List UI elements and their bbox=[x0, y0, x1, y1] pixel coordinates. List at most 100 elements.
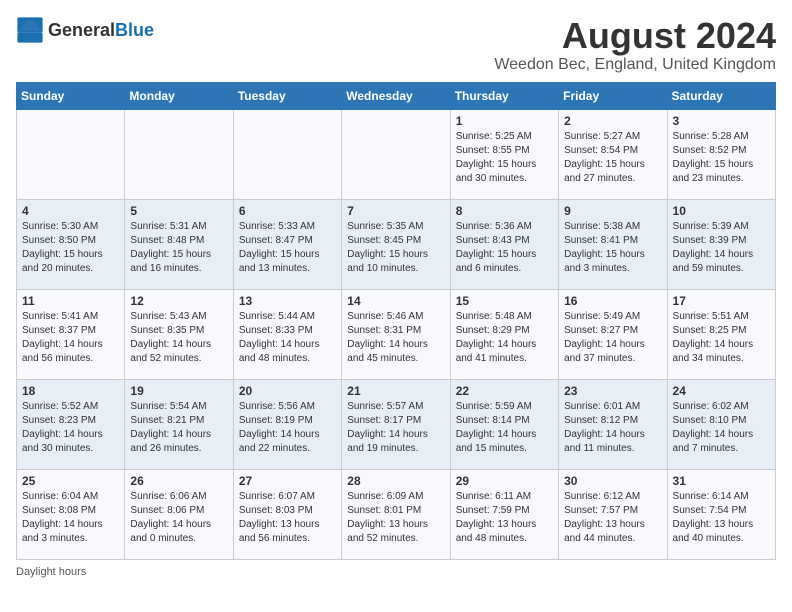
logo-blue: Blue bbox=[115, 20, 154, 40]
calendar-cell: 16 Sunrise: 5:49 AM Sunset: 8:27 PM Dayli… bbox=[559, 289, 667, 379]
day-number: 9 bbox=[564, 204, 661, 218]
day-number: 30 bbox=[564, 474, 661, 488]
calendar-cell: 6Sunrise: 5:33 AM Sunset: 8:47 PM Daylig… bbox=[233, 199, 341, 289]
day-info: Sunrise: 5:43 AM Sunset: 8:35 PM Dayligh… bbox=[130, 310, 227, 366]
day-number: 12 bbox=[130, 294, 227, 308]
calendar-week-row: 25 Sunrise: 6:04 AM Sunset: 8:08 PM Dayli… bbox=[17, 469, 776, 559]
day-info: Sunrise: 5:30 AM Sunset: 8:50 PM Dayligh… bbox=[22, 220, 119, 276]
day-info: Sunrise: 6:12 AM Sunset: 7:57 PM Dayligh… bbox=[564, 490, 661, 546]
calendar-cell: 27Sunrise: 6:07 AM Sunset: 8:03 PM Dayli… bbox=[233, 469, 341, 559]
day-number: 31 bbox=[673, 474, 770, 488]
calendar-cell: 30 Sunrise: 6:12 AM Sunset: 7:57 PM Dayli… bbox=[559, 469, 667, 559]
day-number: 8 bbox=[456, 204, 553, 218]
calendar-cell: 22 Sunrise: 5:59 AM Sunset: 8:14 PM Dayli… bbox=[450, 379, 558, 469]
day-number: 23 bbox=[564, 384, 661, 398]
page-subtitle: Weedon Bec, England, United Kingdom bbox=[494, 56, 776, 74]
day-number: 14 bbox=[347, 294, 444, 308]
logo-text-block: GeneralBlue bbox=[48, 21, 154, 40]
logo-general: General bbox=[48, 20, 115, 40]
footer-note: Daylight hours bbox=[16, 566, 776, 578]
calendar-cell bbox=[17, 109, 125, 199]
day-info: Sunrise: 6:01 AM Sunset: 8:12 PM Dayligh… bbox=[564, 400, 661, 456]
day-number: 20 bbox=[239, 384, 336, 398]
day-number: 22 bbox=[456, 384, 553, 398]
calendar-cell: 14 Sunrise: 5:46 AM Sunset: 8:31 PM Dayli… bbox=[342, 289, 450, 379]
day-info: Sunrise: 6:11 AM Sunset: 7:59 PM Dayligh… bbox=[456, 490, 553, 546]
day-info: Sunrise: 6:07 AM Sunset: 8:03 PM Dayligh… bbox=[239, 490, 336, 546]
day-info: Sunrise: 6:02 AM Sunset: 8:10 PM Dayligh… bbox=[673, 400, 770, 456]
day-number: 16 bbox=[564, 294, 661, 308]
day-number: 2 bbox=[564, 114, 661, 128]
day-info: Sunrise: 5:49 AM Sunset: 8:27 PM Dayligh… bbox=[564, 310, 661, 366]
day-info: Sunrise: 5:27 AM Sunset: 8:54 PM Dayligh… bbox=[564, 130, 661, 186]
day-info: Sunrise: 5:33 AM Sunset: 8:47 PM Dayligh… bbox=[239, 220, 336, 276]
logo-icon bbox=[16, 16, 44, 44]
day-info: Sunrise: 5:35 AM Sunset: 8:45 PM Dayligh… bbox=[347, 220, 444, 276]
calendar-cell: 23 Sunrise: 6:01 AM Sunset: 8:12 PM Dayli… bbox=[559, 379, 667, 469]
day-info: Sunrise: 5:48 AM Sunset: 8:29 PM Dayligh… bbox=[456, 310, 553, 366]
calendar-cell: 9 Sunrise: 5:38 AM Sunset: 8:41 PM Daylig… bbox=[559, 199, 667, 289]
calendar-header-row: SundayMondayTuesdayWednesdayThursdayFrid… bbox=[17, 82, 776, 109]
day-info: Sunrise: 5:59 AM Sunset: 8:14 PM Dayligh… bbox=[456, 400, 553, 456]
calendar-cell: 20 Sunrise: 5:56 AM Sunset: 8:19 PM Dayli… bbox=[233, 379, 341, 469]
day-info: Sunrise: 5:39 AM Sunset: 8:39 PM Dayligh… bbox=[673, 220, 770, 276]
calendar-cell: 28Sunrise: 6:09 AM Sunset: 8:01 PM Dayli… bbox=[342, 469, 450, 559]
calendar-week-row: 18Sunrise: 5:52 AM Sunset: 8:23 PM Dayli… bbox=[17, 379, 776, 469]
column-header-monday: Monday bbox=[125, 82, 233, 109]
calendar-cell: 4Sunrise: 5:30 AM Sunset: 8:50 PM Daylig… bbox=[17, 199, 125, 289]
calendar-cell bbox=[125, 109, 233, 199]
day-info: Sunrise: 5:38 AM Sunset: 8:41 PM Dayligh… bbox=[564, 220, 661, 276]
day-number: 29 bbox=[456, 474, 553, 488]
day-number: 1 bbox=[456, 114, 553, 128]
calendar-cell: 10 Sunrise: 5:39 AM Sunset: 8:39 PM Dayli… bbox=[667, 199, 775, 289]
day-number: 5 bbox=[130, 204, 227, 218]
calendar-cell: 13 Sunrise: 5:44 AM Sunset: 8:33 PM Dayli… bbox=[233, 289, 341, 379]
day-info: Sunrise: 5:57 AM Sunset: 8:17 PM Dayligh… bbox=[347, 400, 444, 456]
calendar-cell: 3Sunrise: 5:28 AM Sunset: 8:52 PM Daylig… bbox=[667, 109, 775, 199]
day-info: Sunrise: 6:04 AM Sunset: 8:08 PM Dayligh… bbox=[22, 490, 119, 546]
day-info: Sunrise: 6:06 AM Sunset: 8:06 PM Dayligh… bbox=[130, 490, 227, 546]
calendar-cell: 17Sunrise: 5:51 AM Sunset: 8:25 PM Dayli… bbox=[667, 289, 775, 379]
day-info: Sunrise: 5:44 AM Sunset: 8:33 PM Dayligh… bbox=[239, 310, 336, 366]
day-number: 7 bbox=[347, 204, 444, 218]
column-header-tuesday: Tuesday bbox=[233, 82, 341, 109]
logo: GeneralBlue bbox=[16, 16, 154, 44]
day-number: 18 bbox=[22, 384, 119, 398]
calendar-cell: 1 Sunrise: 5:25 AM Sunset: 8:55 PM Daylig… bbox=[450, 109, 558, 199]
day-number: 13 bbox=[239, 294, 336, 308]
calendar-cell bbox=[233, 109, 341, 199]
day-info: Sunrise: 6:14 AM Sunset: 7:54 PM Dayligh… bbox=[673, 490, 770, 546]
day-number: 10 bbox=[673, 204, 770, 218]
column-header-friday: Friday bbox=[559, 82, 667, 109]
column-header-thursday: Thursday bbox=[450, 82, 558, 109]
calendar-cell: 8 Sunrise: 5:36 AM Sunset: 8:43 PM Daylig… bbox=[450, 199, 558, 289]
day-info: Sunrise: 5:36 AM Sunset: 8:43 PM Dayligh… bbox=[456, 220, 553, 276]
calendar-table: SundayMondayTuesdayWednesdayThursdayFrid… bbox=[16, 82, 776, 560]
day-number: 28 bbox=[347, 474, 444, 488]
page-header: GeneralBlue August 2024 Weedon Bec, Engl… bbox=[16, 16, 776, 74]
day-number: 26 bbox=[130, 474, 227, 488]
page-title: August 2024 bbox=[494, 16, 776, 56]
calendar-week-row: 11Sunrise: 5:41 AM Sunset: 8:37 PM Dayli… bbox=[17, 289, 776, 379]
day-number: 24 bbox=[673, 384, 770, 398]
calendar-cell: 25 Sunrise: 6:04 AM Sunset: 8:08 PM Dayli… bbox=[17, 469, 125, 559]
day-number: 11 bbox=[22, 294, 119, 308]
day-number: 21 bbox=[347, 384, 444, 398]
day-number: 15 bbox=[456, 294, 553, 308]
day-number: 19 bbox=[130, 384, 227, 398]
calendar-week-row: 4Sunrise: 5:30 AM Sunset: 8:50 PM Daylig… bbox=[17, 199, 776, 289]
calendar-week-row: 1 Sunrise: 5:25 AM Sunset: 8:55 PM Daylig… bbox=[17, 109, 776, 199]
calendar-cell: 11Sunrise: 5:41 AM Sunset: 8:37 PM Dayli… bbox=[17, 289, 125, 379]
column-header-saturday: Saturday bbox=[667, 82, 775, 109]
calendar-cell: 7 Sunrise: 5:35 AM Sunset: 8:45 PM Daylig… bbox=[342, 199, 450, 289]
day-info: Sunrise: 5:25 AM Sunset: 8:55 PM Dayligh… bbox=[456, 130, 553, 186]
day-number: 3 bbox=[673, 114, 770, 128]
calendar-cell: 31 Sunrise: 6:14 AM Sunset: 7:54 PM Dayli… bbox=[667, 469, 775, 559]
title-block: August 2024 Weedon Bec, England, United … bbox=[494, 16, 776, 74]
day-info: Sunrise: 5:54 AM Sunset: 8:21 PM Dayligh… bbox=[130, 400, 227, 456]
day-info: Sunrise: 5:56 AM Sunset: 8:19 PM Dayligh… bbox=[239, 400, 336, 456]
calendar-cell: 24 Sunrise: 6:02 AM Sunset: 8:10 PM Dayli… bbox=[667, 379, 775, 469]
day-number: 25 bbox=[22, 474, 119, 488]
day-number: 17 bbox=[673, 294, 770, 308]
day-info: Sunrise: 5:46 AM Sunset: 8:31 PM Dayligh… bbox=[347, 310, 444, 366]
